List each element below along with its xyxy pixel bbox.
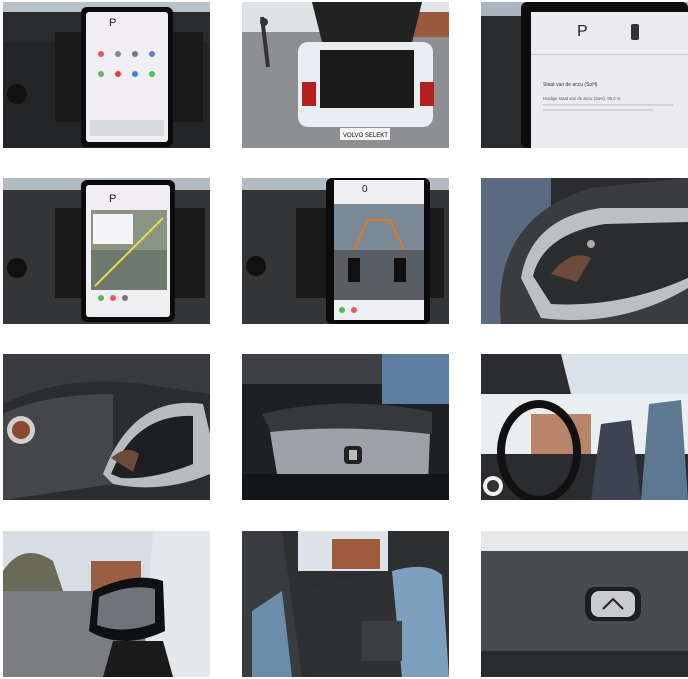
dealer-badge-text: VOLVO SELEKT bbox=[343, 133, 388, 139]
photo-tile-seat-controls[interactable] bbox=[242, 354, 449, 500]
photo-tile-panoramic-roof[interactable] bbox=[481, 354, 688, 500]
screen-p-indicator: P bbox=[109, 17, 116, 29]
screen-p-indicator: P bbox=[577, 23, 588, 40]
photo-tile-steering-left[interactable] bbox=[481, 178, 688, 324]
photo-tile-rear-seats[interactable] bbox=[242, 531, 449, 677]
screen-p-indicator: P bbox=[109, 193, 116, 205]
screen-speed-indicator: 0 bbox=[362, 184, 368, 195]
photo-tile-dashboard-touchscreen[interactable]: P bbox=[3, 2, 210, 148]
photo-tile-trunk-button[interactable] bbox=[481, 531, 688, 677]
battery-title: Staat van de accu (SoH) bbox=[543, 82, 598, 88]
photo-tile-battery-screen[interactable]: P Staat van de accu (SoH) Huidige staat … bbox=[481, 2, 688, 148]
photo-tile-steering-right[interactable] bbox=[3, 354, 210, 500]
photo-tile-navigation-screen[interactable]: P bbox=[3, 178, 210, 324]
battery-detail: Huidige staat van de accu (SoH): 99,0 % bbox=[543, 96, 621, 101]
photo-tile-side-mirror[interactable] bbox=[3, 531, 210, 677]
photo-tile-parking-camera[interactable]: 0 bbox=[242, 178, 449, 324]
photo-tile-open-trunk[interactable]: VOLVO SELEKT bbox=[242, 2, 449, 148]
